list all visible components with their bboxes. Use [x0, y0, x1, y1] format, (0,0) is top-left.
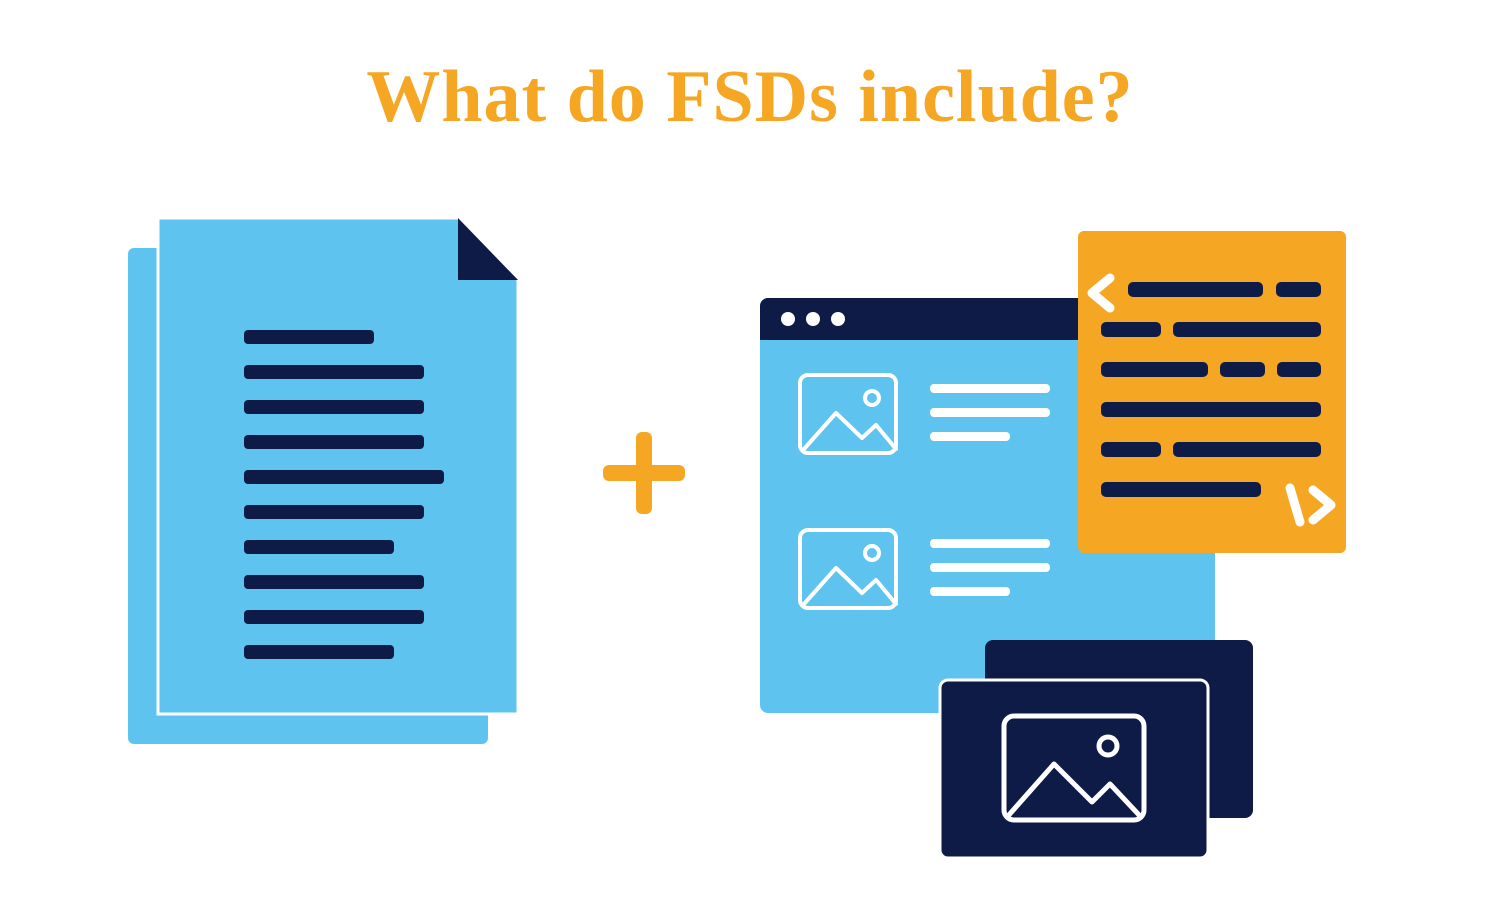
- plus-icon: [603, 432, 685, 514]
- image-card-stack-icon: [940, 640, 1253, 858]
- diagram-canvas: [0, 0, 1500, 920]
- code-panel-icon: [1078, 231, 1346, 553]
- documents-stack-icon: [128, 218, 518, 744]
